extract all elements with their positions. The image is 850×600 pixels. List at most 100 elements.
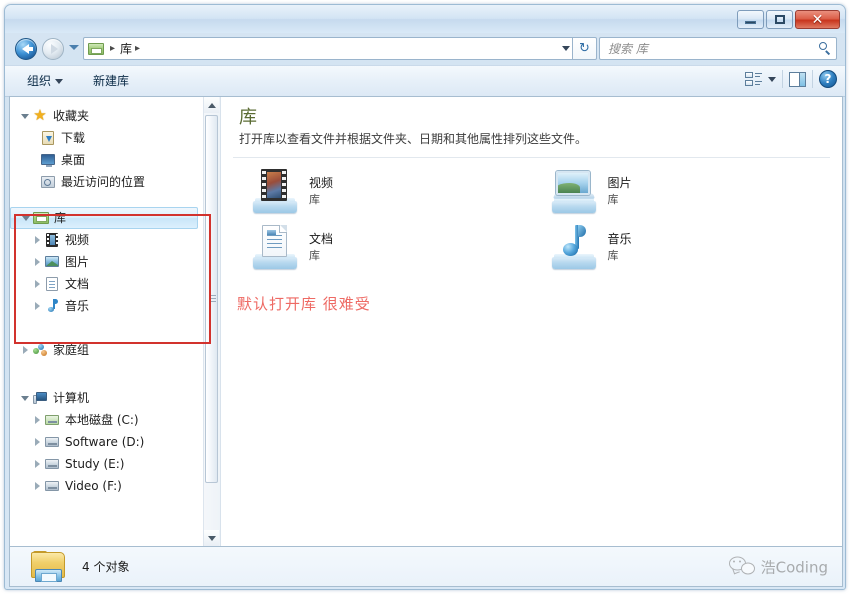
tree-label-downloads: 下载 [61,131,86,145]
expander-closed-icon-drive-f[interactable] [30,482,44,490]
command-bar: 组织 新建库 ? [5,65,845,97]
breadcrumb-item-library[interactable]: 库 [120,40,132,57]
tree-label-homegroup: 家庭组 [53,343,90,357]
expander-open-icon[interactable] [18,113,32,119]
scroll-up-button[interactable] [204,97,219,113]
tree-label-drive-c: 本地磁盘 (C:) [65,413,139,427]
maximize-restore-button[interactable] [766,10,793,29]
tree-item-desktop[interactable]: 桌面 [10,149,204,171]
tree-item-downloads[interactable]: 下载 [10,127,204,149]
video-icon [44,232,60,248]
pictures-library-icon [548,167,600,215]
breadcrumb-separator-1[interactable]: ▸ [110,43,115,54]
organize-button[interactable]: 组织 [27,72,64,89]
tree-item-videos[interactable]: 视频 [10,229,204,251]
tree-group-libraries[interactable]: 库 [10,207,198,229]
music-library-icon [548,223,600,271]
tile-name-music: 音乐 [607,232,632,246]
scrollbar-thumb[interactable] [205,115,218,483]
tile-name-documents: 文档 [309,232,334,246]
view-dropdown-icon[interactable] [768,76,776,82]
address-bar[interactable]: ▸ 库 ▸ [83,37,573,60]
tile-kind-videos: 库 [309,193,320,206]
refresh-button[interactable]: ↻ [573,37,597,60]
expander-closed-icon-videos[interactable] [30,236,44,244]
preview-pane-icon[interactable] [789,71,806,87]
close-button[interactable]: ✕ [795,10,840,29]
tree-item-drive-d[interactable]: Software (D:) [10,431,204,453]
expander-closed-icon-pictures[interactable] [30,258,44,266]
documents-library-icon [249,223,301,271]
tree-item-drive-e[interactable]: Study (E:) [10,453,204,475]
organize-label: 组织 [27,74,52,88]
tree-group-homegroup[interactable]: 家庭组 [10,339,204,361]
annotation-text: 默认打开库 很难受 [237,295,371,313]
breadcrumb-separator-2[interactable]: ▸ [135,43,140,54]
library-tile-videos[interactable]: 视频 库 [235,163,534,219]
content-header: 库 打开库以查看文件并根据文件夹、日期和其他属性排列这些文件。 [239,107,832,148]
tree-item-music[interactable]: 音乐 [10,295,204,317]
expander-closed-icon-drive-d[interactable] [30,438,44,446]
tree-label-libraries: 库 [54,211,67,225]
download-icon [40,130,56,146]
back-button[interactable] [15,38,37,60]
library-tile-pictures[interactable]: 图片 库 [534,163,833,219]
command-bar-right: ? [745,70,837,88]
library-tile-documents[interactable]: 文档 库 [235,219,534,275]
new-library-label: 新建库 [93,74,130,88]
title-bar: ✕ [5,5,845,33]
search-input[interactable]: 搜索 库 [608,40,818,57]
tree-item-recent-places[interactable]: 最近访问的位置 [10,171,204,193]
address-dropdown-button[interactable] [558,37,573,60]
tree-item-pictures[interactable]: 图片 [10,251,204,273]
library-tile-music[interactable]: 音乐 库 [534,219,833,275]
expander-closed-icon-drive-c[interactable] [30,416,44,424]
homegroup-icon [32,342,48,358]
video-library-icon [249,167,301,215]
tree-item-drive-f[interactable]: Video (F:) [10,475,204,497]
drive-icon-f [44,478,60,494]
search-box[interactable]: 搜索 库 [599,37,837,60]
tree-item-drive-c[interactable]: 本地磁盘 (C:) [10,409,204,431]
expander-closed-icon-homegroup[interactable] [18,346,32,354]
minimize-icon [745,21,756,24]
star-icon: ★ [33,106,47,124]
tree-label-favorites: 收藏夹 [53,109,90,123]
expander-open-icon-libraries[interactable] [19,215,33,221]
navigation-row: ▸ 库 ▸ ↻ 搜索 库 [5,33,845,65]
expander-closed-icon-documents[interactable] [30,280,44,288]
window-controls: ✕ [737,10,840,29]
desktop-icon [40,152,56,168]
expander-open-icon-computer[interactable] [18,395,32,401]
tree-item-documents[interactable]: 文档 [10,273,204,295]
expander-closed-icon-music[interactable] [30,302,44,310]
screenshot-root: ✕ ▸ 库 ▸ ↻ 搜索 库 组织 新建库 ? ★ 收藏夹 下载 桌面 最近访问… [0,0,850,600]
help-button[interactable]: ? [819,70,837,88]
music-icon [44,298,60,314]
tree-label-drive-f: Video (F:) [65,479,122,493]
tree-label-pictures: 图片 [65,255,90,269]
new-library-button[interactable]: 新建库 [93,72,129,89]
library-breadcrumb-icon [88,41,104,56]
tile-name-videos: 视频 [309,176,334,190]
forward-button[interactable] [42,38,64,60]
caret-down-icon [55,79,64,84]
back-arrow-icon [22,44,33,54]
content-pane: 库 打开库以查看文件并根据文件夹、日期和其他属性排列这些文件。 视频 库 图片 … [221,97,842,546]
navigation-scrollbar[interactable] [203,97,220,546]
close-icon: ✕ [811,11,824,28]
search-icon[interactable] [818,41,832,56]
scroll-down-button[interactable] [204,530,219,546]
recent-locations-icon[interactable] [69,45,79,50]
toolbar-divider-2 [812,70,813,88]
tree-group-favorites[interactable]: ★ 收藏夹 [10,105,204,127]
refresh-icon: ↻ [579,41,590,56]
tree-label-music: 音乐 [65,299,90,313]
minimize-button[interactable] [737,10,764,29]
change-view-icon[interactable] [745,71,762,88]
drive-icon-d [44,434,60,450]
expander-closed-icon-drive-e[interactable] [30,460,44,468]
scrollbar-grip-icon [209,295,216,303]
explorer-body: ★ 收藏夹 下载 桌面 最近访问的位置 库 视频 图片 文档 音乐 家庭组 计算… [9,96,843,546]
tree-group-computer[interactable]: 计算机 [10,387,204,409]
